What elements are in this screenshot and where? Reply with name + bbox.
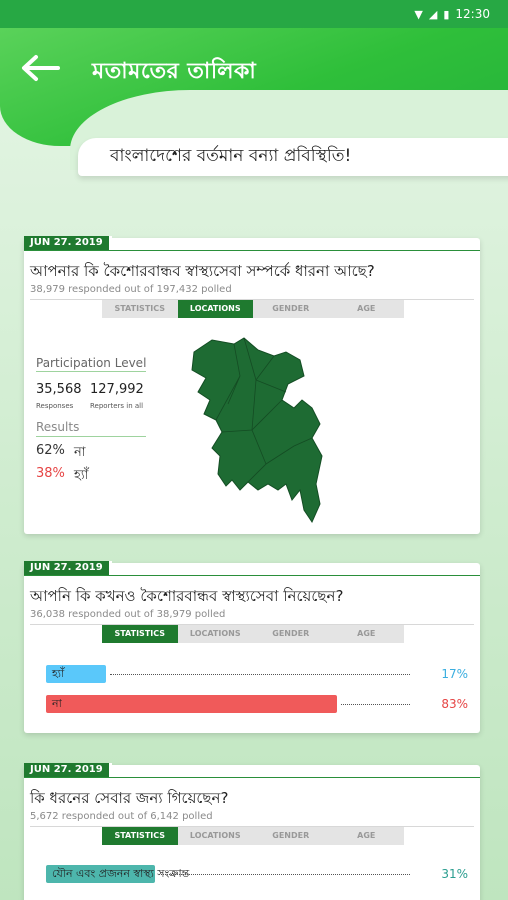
responses-label: Responses xyxy=(36,402,74,410)
poll-date: JUN 27. 2019 xyxy=(24,236,479,251)
leader-dots xyxy=(110,674,410,675)
answer-bar: না xyxy=(46,695,337,713)
result-label: না xyxy=(74,445,86,460)
poll-tabs: STATISTICS LOCATIONS GENDER AGE xyxy=(102,827,404,845)
tab-age[interactable]: AGE xyxy=(329,827,405,845)
poll-question: আপনার কি কৈশোরবান্ধব স্বাস্থ্যসেবা সম্পর… xyxy=(30,262,375,280)
tab-gender[interactable]: GENDER xyxy=(253,300,329,318)
poll-card-3[interactable]: JUN 27. 2019 কি ধরনের সেবার জন্য গিয়েছে… xyxy=(24,763,480,900)
battery-icon: ▮ xyxy=(443,7,450,21)
poll-group-title: বাংলাদেশের বর্তমান বন্যা প্রবিস্থিতি! xyxy=(78,138,508,176)
divider xyxy=(36,436,146,437)
tab-locations[interactable]: LOCATIONS xyxy=(177,300,253,318)
arrow-left-icon xyxy=(22,55,60,81)
back-button[interactable] xyxy=(18,50,62,86)
results-label: Results xyxy=(36,420,80,434)
poll-card-1[interactable]: JUN 27. 2019 আপনার কি কৈশোরবান্ধব স্বাস্… xyxy=(24,236,480,534)
tab-locations[interactable]: LOCATIONS xyxy=(178,625,254,643)
signal-icon: ◢ xyxy=(428,7,438,21)
tab-gender[interactable]: GENDER xyxy=(253,625,329,643)
tab-statistics[interactable]: STATISTICS xyxy=(102,300,178,318)
poll-date: JUN 27. 2019 xyxy=(24,763,479,778)
status-bar: ▼ ◢ ▮ 12:30 xyxy=(0,0,508,28)
answer-row: যৌন এবং প্রজনন স্বাস্থ্য সংক্রান্ত 31% xyxy=(46,865,468,883)
poll-tabs: STATISTICS LOCATIONS GENDER AGE xyxy=(102,300,404,318)
tab-statistics[interactable]: STATISTICS xyxy=(102,625,178,643)
participation-label: Participation Level xyxy=(36,356,147,370)
leader-dots xyxy=(159,874,410,875)
poll-date: JUN 27. 2019 xyxy=(24,561,479,576)
poll-question: কি ধরনের সেবার জন্য গিয়েছেন? xyxy=(30,789,229,807)
reporters-count: 127,992 xyxy=(90,382,144,397)
poll-tabs: STATISTICS LOCATIONS GENDER AGE xyxy=(102,625,404,643)
reporters-label: Reporters in all xyxy=(90,402,144,410)
leader-dots xyxy=(341,704,410,705)
answer-percent: 83% xyxy=(441,697,468,711)
status-time: 12:30 xyxy=(455,7,490,21)
answer-row: না 83% xyxy=(46,695,468,713)
poll-responded: 36,038 responded out of 38,979 polled xyxy=(30,609,226,620)
poll-group-title-text: বাংলাদেশের বর্তমান বন্যা প্রবিস্থিতি! xyxy=(110,146,352,166)
result-percent: 62% xyxy=(36,443,65,458)
wifi-icon: ▼ xyxy=(414,7,423,21)
tab-locations[interactable]: LOCATIONS xyxy=(178,827,254,845)
tab-age[interactable]: AGE xyxy=(329,625,405,643)
divider xyxy=(36,371,146,372)
page-title: মতামতের তালিকা xyxy=(92,59,257,84)
tab-statistics[interactable]: STATISTICS xyxy=(102,827,178,845)
poll-question: আপনি কি কখনও কৈশোরবান্ধব স্বাস্থ্যসেবা ন… xyxy=(30,587,344,605)
tab-age[interactable]: AGE xyxy=(329,300,405,318)
answer-percent: 17% xyxy=(441,667,468,681)
poll-responded: 5,672 responded out of 6,142 polled xyxy=(30,811,213,822)
answer-bar: হ্যাঁ xyxy=(46,665,106,683)
tab-gender[interactable]: GENDER xyxy=(253,827,329,845)
result-percent: 38% xyxy=(36,466,65,481)
poll-responded: 38,979 responded out of 197,432 polled xyxy=(30,284,232,295)
answer-percent: 31% xyxy=(441,867,468,881)
answer-row: হ্যাঁ 17% xyxy=(46,665,468,683)
responses-count: 35,568 xyxy=(36,382,82,397)
answer-bar: যৌন এবং প্রজনন স্বাস্থ্য সংক্রান্ত xyxy=(46,865,189,883)
poll-card-2[interactable]: JUN 27. 2019 আপনি কি কখনও কৈশোরবান্ধব স্… xyxy=(24,561,480,733)
result-label: হ্যাঁ xyxy=(74,468,89,483)
bangladesh-map[interactable] xyxy=(182,334,332,524)
